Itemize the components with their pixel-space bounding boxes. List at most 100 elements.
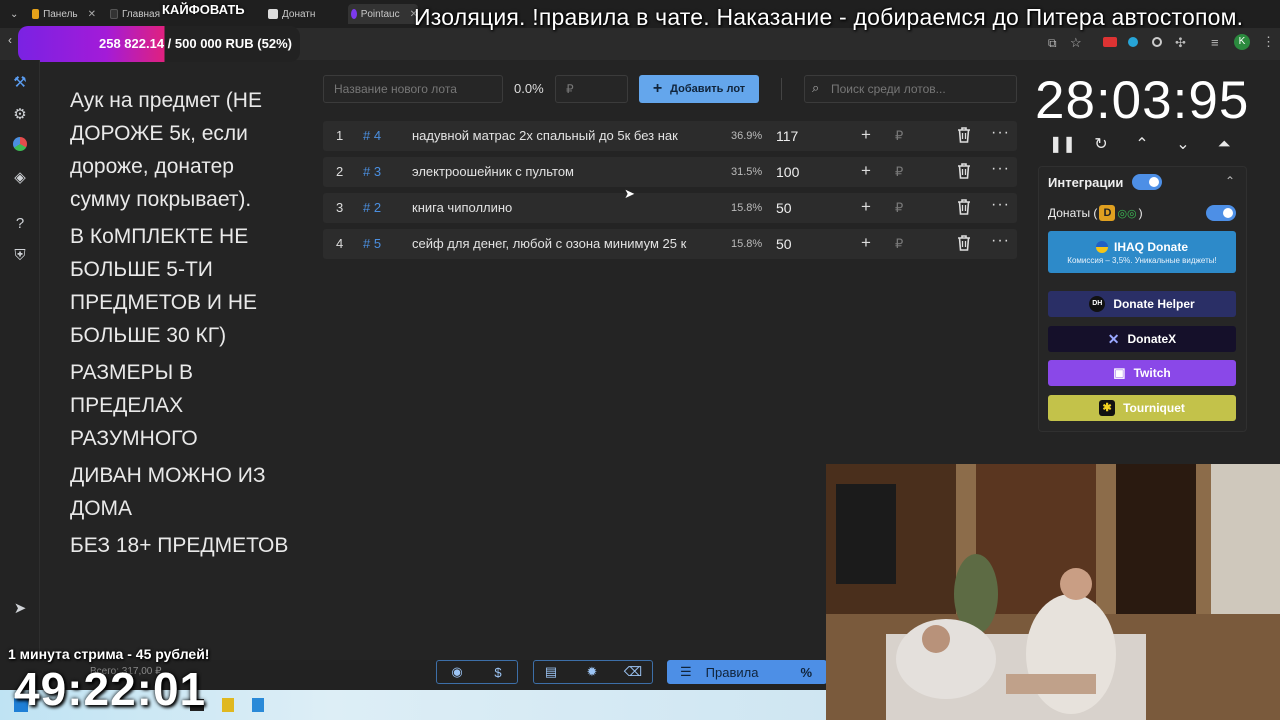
- gavel-icon[interactable]: ⚒: [11, 74, 29, 92]
- bug-icon[interactable]: ✹: [581, 660, 603, 684]
- collapse-chevron-icon[interactable]: ⌃: [1225, 174, 1235, 188]
- tourniquet-button[interactable]: ✱ Tourniquet: [1048, 395, 1236, 421]
- lot-name[interactable]: книга чиполлино: [412, 200, 704, 215]
- pie-chart-icon[interactable]: [11, 137, 29, 155]
- amount-input[interactable]: ₽: [895, 200, 903, 216]
- lot-name[interactable]: надувной матрас 2х спальный до 5к без на…: [412, 128, 704, 143]
- reading-list-icon[interactable]: ≡: [1211, 35, 1219, 50]
- integrations-title: Интеграции: [1048, 175, 1124, 190]
- rules-panel: Аук на предмет (НЕ ДОРОЖЕ 5к, если дорож…: [70, 84, 300, 566]
- profile-avatar[interactable]: K: [1234, 34, 1250, 50]
- donations-toggle[interactable]: [1206, 205, 1236, 221]
- tab-menu-chevron-icon[interactable]: ⌄: [10, 4, 22, 24]
- tab-pointauc[interactable]: Pointauc ✕: [348, 4, 418, 24]
- add-amount-icon[interactable]: +: [861, 197, 871, 217]
- lot-name[interactable]: электроошейник с пультом: [412, 164, 704, 179]
- twitch-logo-icon: ▣: [1113, 365, 1126, 380]
- lot-amount: 100: [776, 164, 800, 180]
- github-icon[interactable]: ◉: [446, 660, 468, 684]
- add-amount-icon[interactable]: +: [861, 125, 871, 145]
- lot-row[interactable]: 4 # 5 сейф для денег, любой с озона мини…: [323, 229, 1017, 259]
- layers-icon[interactable]: ◈: [11, 169, 29, 187]
- lock-icon[interactable]: [222, 698, 234, 712]
- trash-icon[interactable]: [957, 235, 971, 254]
- app-icon[interactable]: [252, 698, 264, 712]
- extensions-puzzle-icon[interactable]: ✣: [1175, 35, 1186, 51]
- integrations-toggle[interactable]: [1132, 174, 1162, 190]
- rules-button[interactable]: ☰ Правила%: [667, 660, 827, 684]
- lot-id: # 2: [363, 200, 382, 215]
- tab-donations[interactable]: Донатн: [268, 4, 340, 24]
- chevron-down-icon[interactable]: ⌄: [1172, 134, 1194, 156]
- lot-percent: 36.9%: [731, 130, 763, 142]
- tab-panel[interactable]: Панель ✕: [32, 4, 96, 24]
- rule-text: Аук на предмет (НЕ ДОРОЖЕ 5к, если дорож…: [70, 89, 262, 211]
- lot-id: # 4: [363, 128, 382, 143]
- lot-name[interactable]: сейф для денег, любой с озона минимум 25…: [412, 236, 704, 251]
- lot-index: 1: [336, 128, 344, 143]
- percent-button[interactable]: %: [800, 665, 812, 680]
- amount-input[interactable]: ₽: [895, 128, 903, 144]
- telegram-icon[interactable]: ➤: [11, 600, 29, 618]
- new-lot-name-input[interactable]: Название нового лота: [323, 75, 503, 103]
- collapse-chevron-icon[interactable]: ‹: [8, 33, 12, 47]
- donate-helper-logo-icon: DH: [1089, 296, 1106, 312]
- new-lot-amount-input[interactable]: ₽: [555, 75, 628, 103]
- save-icon[interactable]: ▤: [540, 660, 562, 684]
- lot-amount: 117: [776, 128, 799, 144]
- ihaq-donate-button[interactable]: IHAQ Donate Комиссия – 3,5%. Уникальные …: [1048, 231, 1236, 273]
- translate-icon[interactable]: ⧉: [1048, 36, 1057, 51]
- trash-icon[interactable]: [957, 127, 971, 146]
- lot-amount: 50: [776, 236, 792, 252]
- amount-input[interactable]: ₽: [895, 236, 903, 252]
- lot-search-input[interactable]: Поиск среди лотов...: [804, 75, 1017, 103]
- lot-index: 3: [336, 200, 344, 215]
- gear-icon[interactable]: ⚙: [11, 106, 29, 124]
- shield-icon[interactable]: ⛨: [11, 247, 29, 265]
- more-options-icon[interactable]: ···: [991, 160, 1010, 178]
- stream-timer: 49:22:01: [14, 663, 207, 715]
- tab-main[interactable]: Главная: [110, 4, 160, 24]
- lot-percent: 31.5%: [731, 166, 763, 178]
- more-options-icon[interactable]: ···: [991, 124, 1010, 142]
- trash-icon[interactable]: [957, 163, 971, 182]
- stream-rate-text: 1 минута стрима - 45 рублей!: [8, 646, 210, 662]
- lot-row[interactable]: 2 # 3 электроошейник с пультом 31.5% 100…: [323, 157, 1017, 187]
- add-amount-icon[interactable]: +: [861, 161, 871, 181]
- link-icon: ◎◎: [1117, 207, 1137, 220]
- extension-icon[interactable]: [1103, 37, 1117, 47]
- lot-amount: 50: [776, 200, 792, 216]
- amount-input[interactable]: ₽: [895, 164, 903, 180]
- extension-icon[interactable]: [1128, 37, 1138, 47]
- donatex-button[interactable]: ✕ DonateX: [1048, 326, 1236, 352]
- browser-menu-icon[interactable]: ⋮: [1262, 34, 1275, 50]
- trash-icon[interactable]: [957, 199, 971, 218]
- sidebar-rail: ⚒ ⚙ ◈ ? ⛨ ➤: [0, 60, 40, 660]
- donation-progress-text: 258 822.14 / 500 000 RUB (52%): [99, 36, 292, 51]
- extension-icon[interactable]: [1152, 37, 1162, 47]
- lot-id: # 5: [363, 236, 382, 251]
- lot-index: 2: [336, 164, 344, 179]
- lot-row[interactable]: 3 # 2 книга чиполлино 15.8% 50 + ₽ ···: [323, 193, 1017, 223]
- auction-timer: 28:03:95: [1035, 71, 1250, 130]
- pause-icon[interactable]: ❚❚: [1049, 134, 1076, 156]
- donate-helper-button[interactable]: DH Donate Helper: [1048, 291, 1236, 317]
- more-options-icon[interactable]: ···: [991, 196, 1010, 214]
- webcam-feed: [826, 464, 1280, 720]
- more-options-icon[interactable]: ···: [991, 232, 1010, 250]
- bookmark-star-icon[interactable]: ☆: [1070, 35, 1082, 51]
- help-icon[interactable]: ?: [11, 215, 29, 233]
- dollar-icon[interactable]: $: [487, 660, 509, 684]
- donations-label: Донаты ( D ◎◎ ): [1048, 205, 1143, 221]
- clear-icon[interactable]: ⌫: [622, 660, 644, 684]
- twitch-button[interactable]: ▣ Twitch: [1048, 360, 1236, 386]
- double-chevron-up-icon[interactable]: ⏶: [1213, 134, 1235, 156]
- add-amount-icon[interactable]: +: [861, 233, 871, 253]
- reset-icon[interactable]: ↻: [1090, 134, 1112, 156]
- add-lot-button[interactable]: + Добавить лот: [639, 75, 759, 103]
- webcam-image: [826, 464, 1280, 720]
- lot-row[interactable]: 1 # 4 надувной матрас 2х спальный до 5к …: [323, 121, 1017, 151]
- chevron-up-icon[interactable]: ⌃: [1131, 134, 1153, 156]
- ihaq-subtitle: Комиссия – 3,5%. Уникальные виджеты!: [1067, 255, 1217, 265]
- stream-banner: Изоляция. !правила в чате. Наказание - д…: [414, 4, 1244, 30]
